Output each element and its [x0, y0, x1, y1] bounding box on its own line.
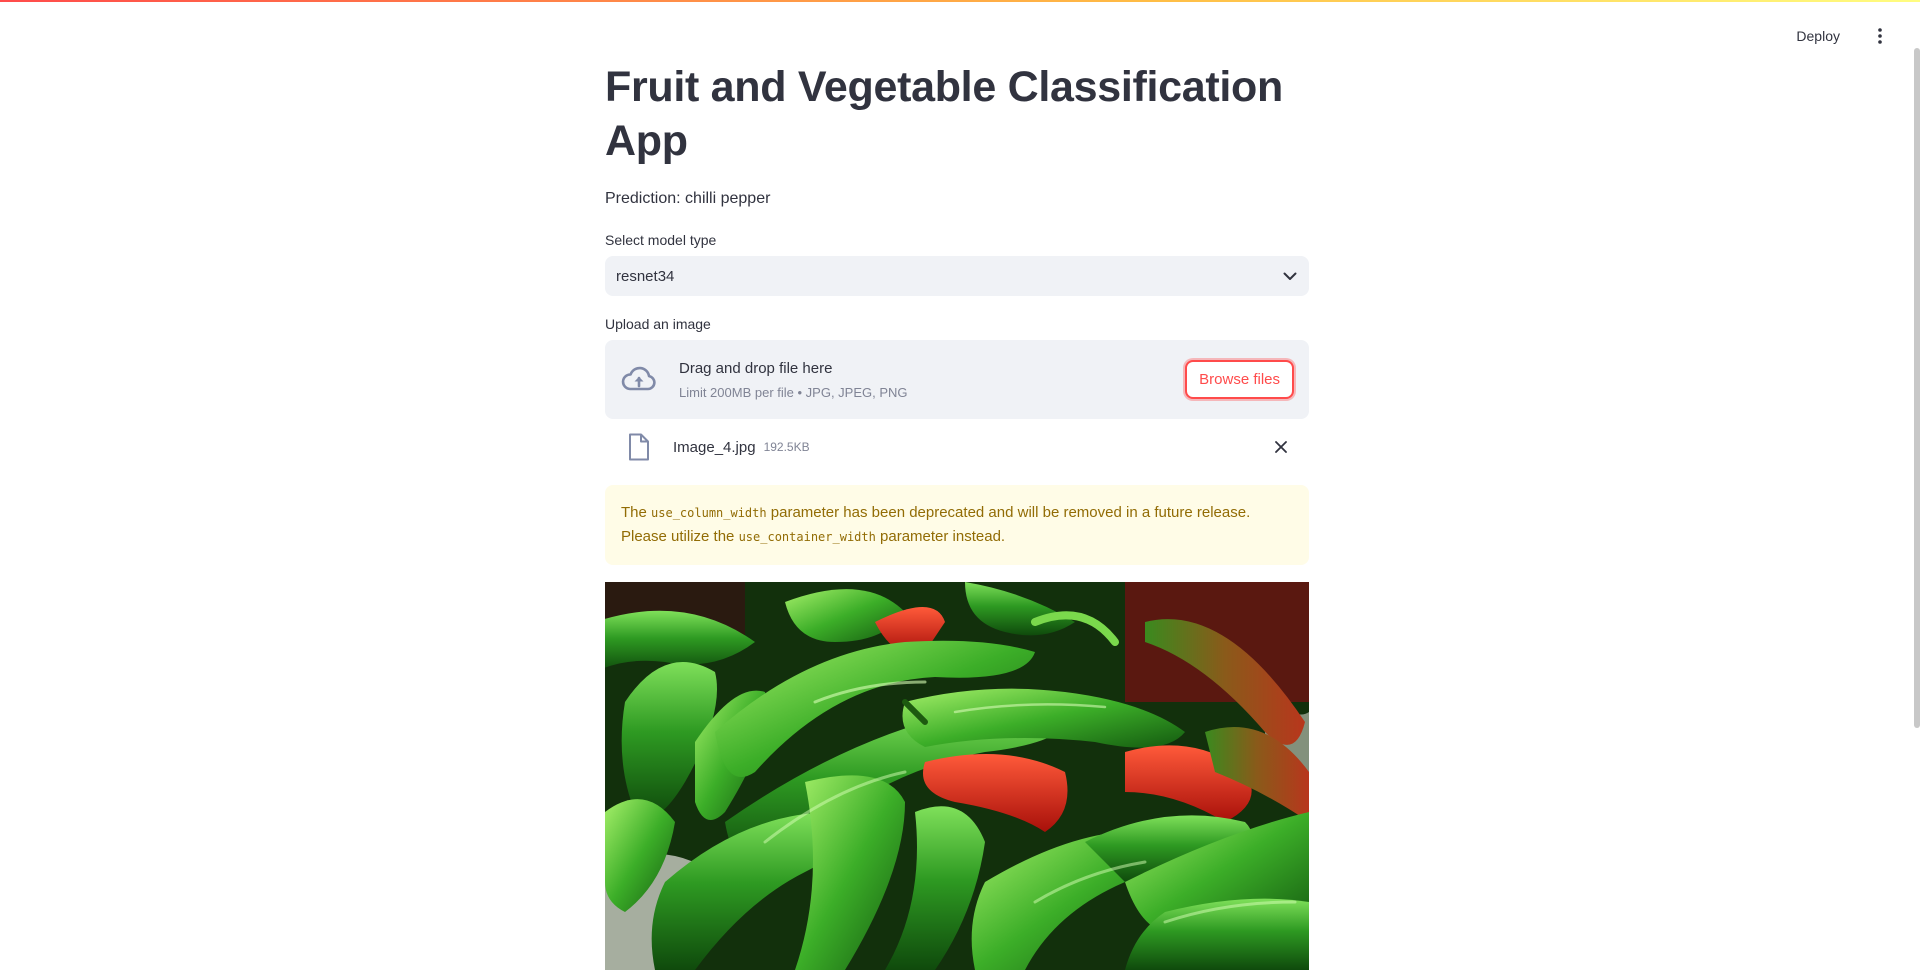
dropzone-title: Drag and drop file here: [679, 359, 833, 377]
uploaded-image: [605, 582, 1309, 970]
uploaded-file-name: Image_4.jpg: [673, 438, 756, 456]
file-icon: [629, 433, 649, 461]
file-dropzone[interactable]: Drag and drop file here Limit 200MB per …: [605, 340, 1309, 419]
chevron-down-icon: [1283, 272, 1297, 280]
warning-code: use_column_width: [651, 506, 767, 520]
kebab-menu-icon: [1878, 28, 1882, 44]
browse-files-button[interactable]: Browse files: [1185, 360, 1294, 399]
main-content: Fruit and Vegetable Classification App P…: [605, 60, 1309, 970]
dropzone-text: Drag and drop file here Limit 200MB per …: [679, 360, 1185, 400]
warning-text: parameter instead.: [875, 528, 1006, 545]
close-icon: [1275, 441, 1287, 453]
warning-text: The: [621, 504, 652, 521]
app-toolbar: Deploy: [1784, 20, 1894, 52]
remove-file-button[interactable]: [1269, 435, 1293, 459]
uploaded-file-row: Image_4.jpg 192.5KB: [605, 419, 1309, 475]
page-title: Fruit and Vegetable Classification App: [605, 63, 1283, 165]
model-select-value: resnet34: [616, 267, 675, 285]
model-select-label: Select model type: [605, 232, 717, 248]
deploy-button[interactable]: Deploy: [1784, 22, 1852, 50]
model-select[interactable]: resnet34: [605, 256, 1309, 296]
model-select-widget: Select model type resnet34: [605, 232, 1309, 296]
uploaded-file-size: 192.5KB: [763, 440, 810, 454]
page-scrollbar[interactable]: [1914, 48, 1920, 728]
file-uploader-widget: Upload an image Drag and drop file here …: [605, 316, 1309, 475]
dropzone-subtitle: Limit 200MB per file • JPG, JPEG, PNG: [679, 384, 908, 400]
warning-code: use_container_width: [738, 530, 876, 544]
uploader-label: Upload an image: [605, 316, 711, 332]
cloud-upload-icon: [621, 366, 656, 390]
prediction-text: Prediction: chilli pepper: [605, 190, 771, 207]
decoration-bar: [0, 0, 1920, 2]
deprecation-warning: The use_column_width parameter has been …: [605, 485, 1309, 565]
main-menu-button[interactable]: [1866, 22, 1894, 50]
